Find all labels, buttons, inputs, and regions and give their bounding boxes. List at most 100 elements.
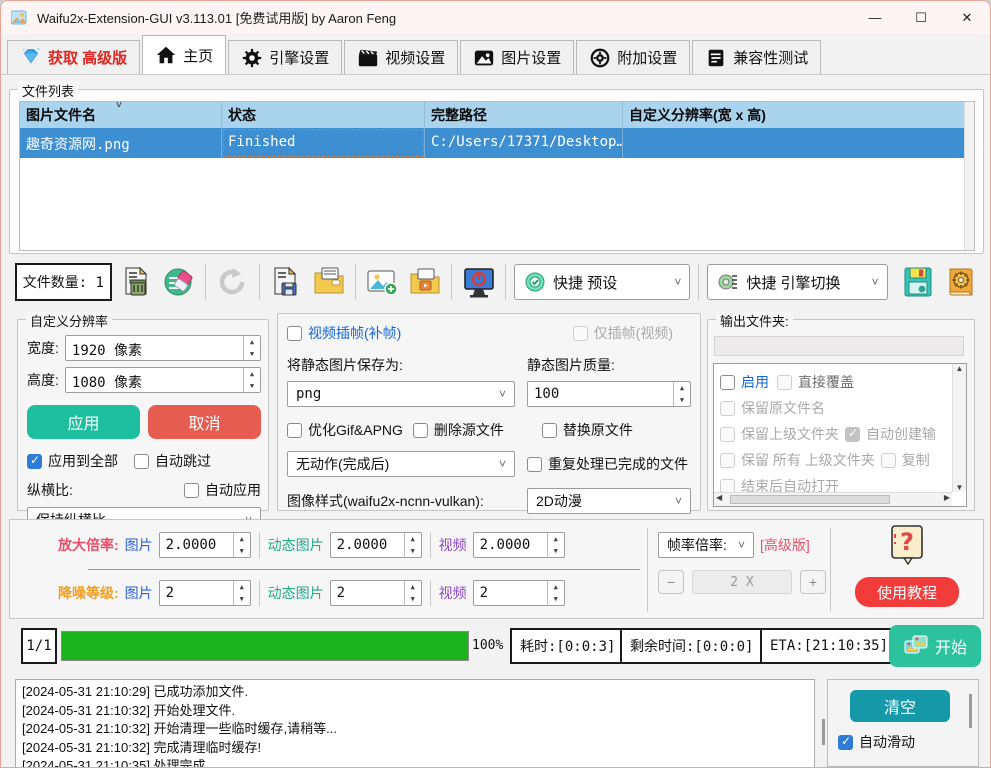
checkbox-icon[interactable] — [134, 454, 149, 469]
checkbox-icon[interactable] — [720, 401, 735, 416]
spin-up-icon[interactable]: ▲ — [234, 533, 250, 545]
auto-skip-checkbox[interactable]: 自动跳过 — [134, 451, 211, 471]
close-button[interactable]: ✕ — [944, 1, 990, 34]
scroll-down-icon[interactable]: ▼ — [953, 483, 966, 492]
spin-up-icon[interactable]: ▲ — [405, 533, 421, 545]
output-horizontal-scrollbar[interactable]: ◀ ▶ — [714, 492, 952, 506]
scale-image-spinbox[interactable]: 2.0000 ▲▼ — [159, 532, 251, 558]
checkbox-icon[interactable] — [413, 423, 428, 438]
add-image-icon[interactable] — [364, 263, 401, 301]
undo-icon[interactable] — [214, 263, 251, 301]
tab-video-settings[interactable]: 视频设置 — [344, 40, 458, 74]
quick-preset-dropdown[interactable]: 快捷 预设 ˅ — [514, 264, 690, 300]
checkbox-icon[interactable] — [720, 427, 735, 442]
spin-down-icon[interactable]: ▼ — [674, 394, 690, 406]
spin-down-icon[interactable]: ▼ — [244, 380, 260, 392]
reprocess-finished-checkbox[interactable]: 重复处理已完成的文件 — [527, 454, 688, 474]
after-finish-dropdown[interactable]: 无动作(完成后) ˅ — [287, 451, 515, 477]
spin-down-icon[interactable]: ▼ — [234, 545, 250, 557]
tab-home[interactable]: 主页 — [142, 35, 226, 74]
denoise-video-spinbox[interactable]: 2 ▲▼ — [473, 580, 565, 606]
replace-original-checkbox[interactable]: 替换原文件 — [542, 420, 633, 440]
tutorial-button[interactable]: 使用教程 — [855, 577, 959, 607]
cell-filename[interactable]: 趣奇资源网.png — [20, 128, 222, 158]
keep-parent-folder-checkbox[interactable]: 保留上级文件夹 — [720, 424, 839, 444]
remove-file-icon[interactable] — [118, 263, 155, 301]
log-scrollbar[interactable] — [817, 679, 825, 763]
checkbox-icon[interactable] — [573, 326, 588, 341]
spin-up-icon[interactable]: ▲ — [405, 581, 421, 593]
start-button[interactable]: 开始 — [889, 625, 981, 667]
minimize-button[interactable]: — — [852, 1, 898, 34]
denoise-gif-spinbox[interactable]: 2 ▲▼ — [330, 580, 422, 606]
open-folder-icon[interactable] — [310, 263, 347, 301]
framerate-minus-button[interactable]: − — [658, 570, 684, 594]
table-row[interactable]: 趣奇资源网.png Finished C:/Users/17371/Deskto… — [20, 128, 974, 158]
framerate-dropdown[interactable]: 帧率倍率: ˅ — [658, 532, 754, 558]
checkbox-icon[interactable] — [287, 423, 302, 438]
checkbox-icon[interactable] — [542, 423, 557, 438]
save-file-list-icon[interactable] — [268, 263, 305, 301]
auto-scroll-checkbox[interactable]: 自动滑动 — [838, 732, 915, 752]
overwrite-checkbox[interactable]: 直接覆盖 — [777, 372, 854, 392]
image-format-dropdown[interactable]: png ˅ — [287, 381, 515, 407]
column-header-path[interactable]: 完整路径 — [425, 102, 623, 128]
save-settings-icon[interactable] — [900, 263, 937, 301]
quick-engine-dropdown[interactable]: 快捷 引擎切换 ˅ — [707, 264, 887, 300]
spin-down-icon[interactable]: ▼ — [405, 593, 421, 605]
output-vertical-scrollbar[interactable]: ▲ ▼ — [952, 364, 966, 492]
output-enable-checkbox[interactable]: 启用 — [720, 372, 769, 392]
scroll-left-icon[interactable]: ◀ — [716, 493, 722, 502]
scroll-right-icon[interactable]: ▶ — [944, 493, 950, 502]
height-spinbox[interactable]: 1080 像素 ▲▼ — [65, 367, 261, 393]
tab-image-settings[interactable]: 图片设置 — [460, 40, 574, 74]
width-spinbox[interactable]: 1920 像素 ▲▼ — [65, 335, 261, 361]
checkbox-icon[interactable] — [27, 454, 42, 469]
spin-down-icon[interactable]: ▼ — [234, 593, 250, 605]
spin-up-icon[interactable]: ▲ — [674, 382, 690, 394]
side-scrollbar[interactable] — [969, 694, 972, 728]
quality-spinbox[interactable]: 100 ▲▼ — [527, 381, 691, 407]
auto-create-output-checkbox[interactable]: 自动创建输 — [845, 424, 936, 444]
interpolation-only-checkbox[interactable]: 仅插帧(视频) — [573, 323, 673, 343]
checkbox-icon[interactable] — [838, 735, 853, 750]
tab-engine-settings[interactable]: 引擎设置 — [228, 40, 342, 74]
spin-up-icon[interactable]: ▲ — [244, 336, 260, 348]
copy-checkbox[interactable]: 复制 — [881, 450, 930, 470]
tab-get-premium[interactable]: 获取 高级版 — [7, 40, 140, 74]
clear-list-icon[interactable] — [160, 263, 197, 301]
scale-gif-spinbox[interactable]: 2.0000 ▲▼ — [330, 532, 422, 558]
checkbox-icon[interactable] — [720, 453, 735, 468]
log-output[interactable]: [2024-05-31 21:10:29] 已成功添加文件. [2024-05-… — [15, 679, 815, 768]
tab-compatibility-test[interactable]: 兼容性测试 — [692, 40, 821, 74]
video-interpolation-checkbox[interactable]: 视频插帧(补帧) — [287, 323, 401, 343]
spin-down-icon[interactable]: ▼ — [548, 593, 564, 605]
spin-up-icon[interactable]: ▲ — [244, 368, 260, 380]
tab-additional-settings[interactable]: 附加设置 — [576, 40, 690, 74]
settings-book-icon[interactable] — [942, 263, 979, 301]
delete-source-checkbox[interactable]: 删除源文件 — [413, 420, 504, 440]
optimize-gif-checkbox[interactable]: 优化Gif&APNG — [287, 420, 403, 440]
checkbox-icon[interactable] — [720, 375, 735, 390]
checkbox-icon[interactable] — [184, 483, 199, 498]
output-path-input[interactable] — [714, 336, 964, 356]
auto-apply-checkbox[interactable]: 自动应用 — [184, 480, 261, 500]
scroll-up-icon[interactable]: ▲ — [953, 364, 966, 373]
checkbox-icon[interactable] — [527, 457, 542, 472]
column-header-resolution[interactable]: 自定义分辨率(宽 x 高) — [623, 102, 823, 128]
checkbox-icon[interactable] — [777, 375, 792, 390]
checkbox-icon[interactable] — [287, 326, 302, 341]
add-video-folder-icon[interactable] — [407, 263, 444, 301]
scale-video-spinbox[interactable]: 2.0000 ▲▼ — [473, 532, 565, 558]
image-style-dropdown[interactable]: 2D动漫 ˅ — [527, 488, 691, 514]
cell-resolution[interactable] — [623, 128, 823, 158]
keep-all-parents-checkbox[interactable]: 保留 所有 上级文件夹 — [720, 450, 875, 470]
cell-path[interactable]: C:/Users/17371/Desktop… — [425, 128, 623, 158]
checkbox-icon[interactable] — [881, 453, 896, 468]
table-scrollbar[interactable] — [964, 102, 974, 250]
maximize-button[interactable]: ☐ — [898, 1, 944, 34]
keep-filename-checkbox[interactable]: 保留原文件名 — [720, 398, 825, 418]
spin-down-icon[interactable]: ▼ — [405, 545, 421, 557]
spin-down-icon[interactable]: ▼ — [548, 545, 564, 557]
column-header-status[interactable]: 状态 — [222, 102, 425, 128]
